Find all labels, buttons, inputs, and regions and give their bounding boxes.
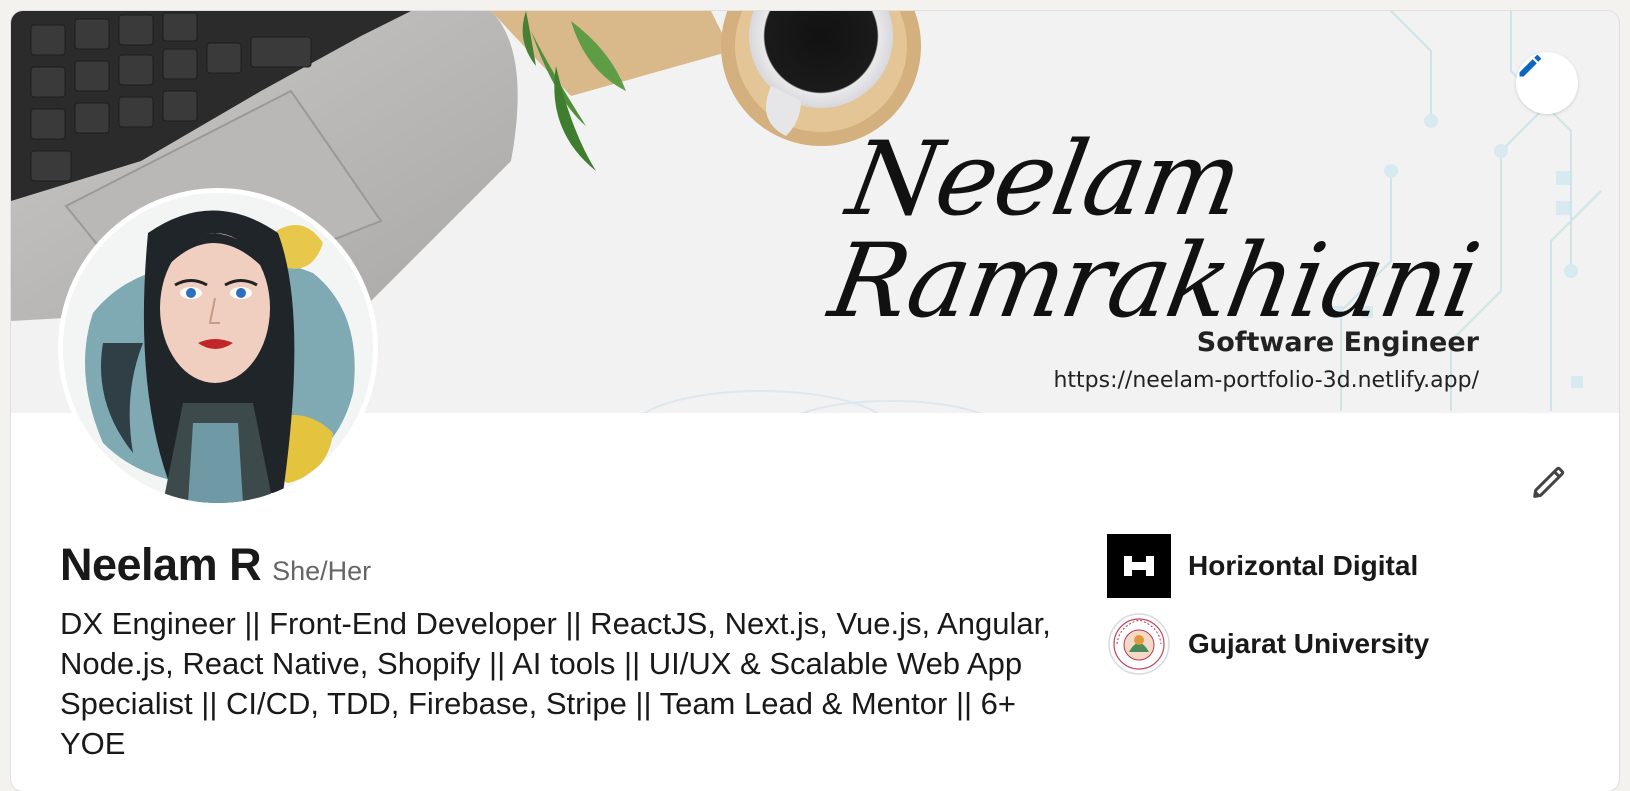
pencil-icon: [1519, 54, 1542, 77]
profile-photo[interactable]: [58, 188, 378, 508]
profile-card: Neelam Ramrakhiani Software Engineer htt…: [11, 11, 1619, 791]
gujarat-university-seal: [1107, 612, 1171, 676]
edit-intro-button[interactable]: [1521, 456, 1575, 510]
name-row: Neelam R She/Her: [60, 539, 371, 591]
org-name: Horizontal Digital: [1188, 550, 1419, 581]
university-seal-icon: [1108, 613, 1170, 675]
edit-banner-button[interactable]: [1516, 52, 1578, 114]
horizontal-digital-logo: [1107, 534, 1171, 598]
experience-horizontal-digital[interactable]: Horizontal Digital: [1107, 534, 1418, 598]
education-gujarat-university[interactable]: Gujarat University: [1107, 612, 1429, 676]
avatar-illustration: [63, 193, 373, 503]
horizontal-digital-icon: [1124, 556, 1154, 576]
profile-name: Neelam R: [60, 539, 262, 590]
avatar: [63, 193, 373, 503]
profile-pronouns: She/Her: [272, 556, 372, 586]
banner-signature: Neelam Ramrakhiani: [821, 120, 1487, 341]
pencil-icon: [1533, 466, 1565, 498]
profile-headline: DX Engineer || Front-End Developer || Re…: [60, 606, 1051, 761]
org-name: Gujarat University: [1188, 628, 1430, 659]
banner-url: https://neelam-portfolio-3d.netlify.app/: [1053, 368, 1479, 393]
banner-role: Software Engineer: [1196, 327, 1479, 358]
